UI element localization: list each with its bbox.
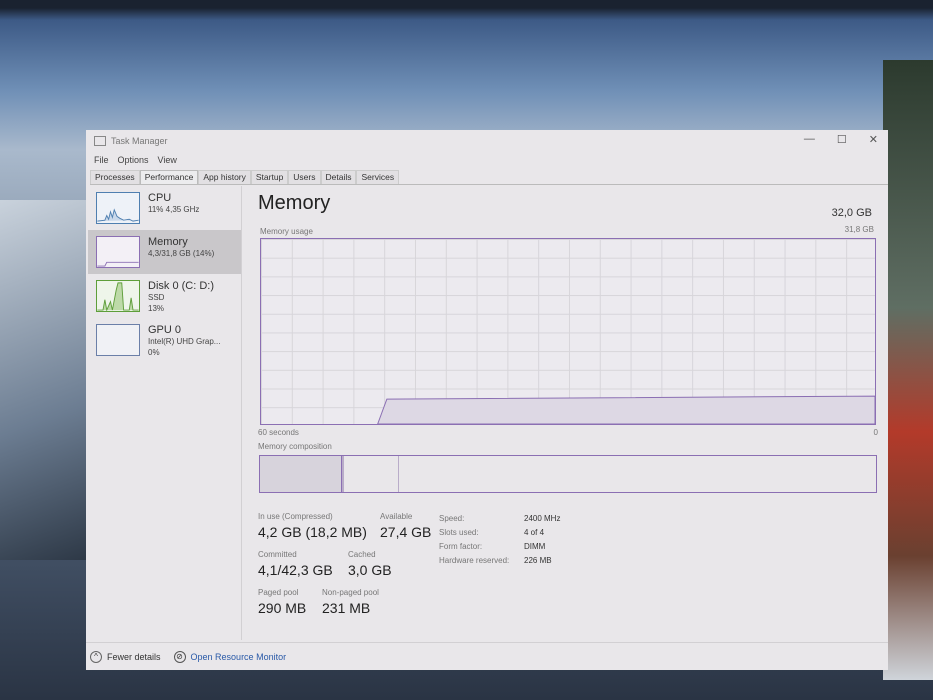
sidebar-item-cpu[interactable]: CPU 11% 4,35 GHz: [88, 186, 241, 230]
composition-standby: [344, 456, 399, 492]
available-label: Available: [380, 512, 413, 521]
cpu-label: CPU: [148, 192, 172, 204]
memory-usage-graph: [260, 238, 876, 425]
tab-app-history[interactable]: App history: [198, 170, 251, 184]
minimize-button[interactable]: —: [804, 133, 815, 146]
form-factor-value: DIMM: [524, 542, 546, 551]
total-memory: 32,0 GB: [831, 207, 872, 219]
slots-value: 4 of 4: [524, 528, 545, 537]
gpu-label: GPU 0: [148, 324, 182, 336]
sidebar-item-memory[interactable]: Memory 4,3/31,8 GB (14%): [88, 230, 241, 274]
cached-value: 3,0 GB: [348, 562, 392, 578]
cpu-thumbnail-graph: [96, 192, 140, 224]
gpu-model: Intel(R) UHD Grap...: [148, 337, 221, 346]
time-axis-right: 0: [873, 428, 878, 437]
open-resource-monitor-link[interactable]: Open Resource Monitor: [191, 652, 287, 662]
committed-value: 4,1/42,3 GB: [258, 562, 333, 578]
memory-usage-label: Memory usage: [260, 227, 313, 236]
gpu-thumbnail-graph: [96, 324, 140, 356]
tab-services[interactable]: Services: [356, 170, 400, 184]
resource-monitor-icon: ⊘: [173, 650, 186, 663]
menu-view[interactable]: View: [158, 155, 177, 165]
tab-bar: Processes Performance App history Startu…: [90, 170, 888, 185]
in-use-value: 4,2 GB (18,2 MB): [258, 524, 367, 540]
maximize-button[interactable]: ☐: [837, 133, 847, 146]
disk-usage: 13%: [148, 304, 165, 313]
wallpaper-mountain: [0, 200, 90, 560]
in-use-label: In use (Compressed): [258, 512, 333, 521]
close-button[interactable]: ✕: [869, 133, 878, 146]
sidebar-item-gpu[interactable]: GPU 0 Intel(R) UHD Grap... 0%: [88, 318, 241, 362]
disk-type: SSD: [148, 293, 165, 302]
memory-panel: Memory 32,0 GB Memory usage 31,8 GB 60 s…: [258, 192, 878, 616]
fewer-details-link[interactable]: Fewer details: [107, 652, 161, 662]
disk-thumbnail-graph: [96, 280, 140, 312]
page-title: Memory: [258, 192, 331, 214]
tab-startup[interactable]: Startup: [250, 170, 289, 184]
paged-pool-label: Paged pool: [258, 588, 299, 597]
cpu-stats: 11% 4,35 GHz: [148, 205, 200, 214]
form-factor-label: Form factor:: [439, 542, 483, 551]
slots-label: Slots used:: [439, 528, 479, 537]
paged-pool-value: 290 MB: [258, 600, 307, 616]
sidebar-item-disk[interactable]: Disk 0 (C: D:) SSD 13%: [88, 274, 241, 318]
hardware-reserved-value: 226 MB: [524, 556, 552, 565]
memory-usage-area: [377, 395, 875, 424]
composition-free: [399, 456, 876, 492]
memory-thumbnail-graph: [96, 236, 140, 268]
time-axis-left: 60 seconds: [258, 428, 299, 437]
cached-label: Cached: [348, 550, 376, 559]
tab-users[interactable]: Users: [288, 170, 321, 184]
available-value: 27,4 GB: [380, 524, 432, 540]
task-manager-window: Task Manager — ☐ ✕ File Options View Pro…: [86, 130, 888, 670]
tab-processes[interactable]: Processes: [90, 170, 140, 184]
gpu-usage: 0%: [148, 348, 160, 357]
non-paged-pool-value: 231 MB: [322, 600, 371, 616]
chevron-up-icon[interactable]: ^: [90, 650, 102, 663]
wallpaper-village: [883, 60, 933, 680]
performance-sidebar: CPU 11% 4,35 GHz Memory 4,3/31,8 GB (14%) …: [88, 186, 242, 640]
hardware-reserved-label: Hardware reserved:: [439, 556, 510, 565]
memory-stats: 4,3/31,8 GB (14%): [148, 249, 215, 258]
memory-label: Memory: [148, 236, 188, 248]
window-title: Task Manager: [111, 136, 168, 146]
title-bar: Task Manager — ☐ ✕: [86, 130, 888, 152]
footer: ^ Fewer details ⊘ Open Resource Monitor: [86, 642, 888, 670]
memory-composition-bar: [259, 455, 877, 493]
speed-value: 2400 MHz: [524, 514, 561, 523]
disk-label: Disk 0 (C: D:): [148, 280, 214, 292]
menu-bar: File Options View: [86, 152, 888, 168]
tab-details[interactable]: Details: [320, 170, 357, 184]
menu-options[interactable]: Options: [118, 155, 149, 165]
speed-label: Speed:: [439, 514, 465, 523]
composition-in-use: [260, 456, 342, 492]
app-icon: [94, 136, 106, 146]
non-paged-pool-label: Non-paged pool: [322, 588, 379, 597]
committed-label: Committed: [258, 550, 297, 559]
menu-file[interactable]: File: [94, 155, 109, 165]
tab-performance[interactable]: Performance: [139, 170, 199, 184]
memory-composition-label: Memory composition: [258, 442, 332, 451]
memory-usage-max: 31,8 GB: [844, 225, 874, 234]
